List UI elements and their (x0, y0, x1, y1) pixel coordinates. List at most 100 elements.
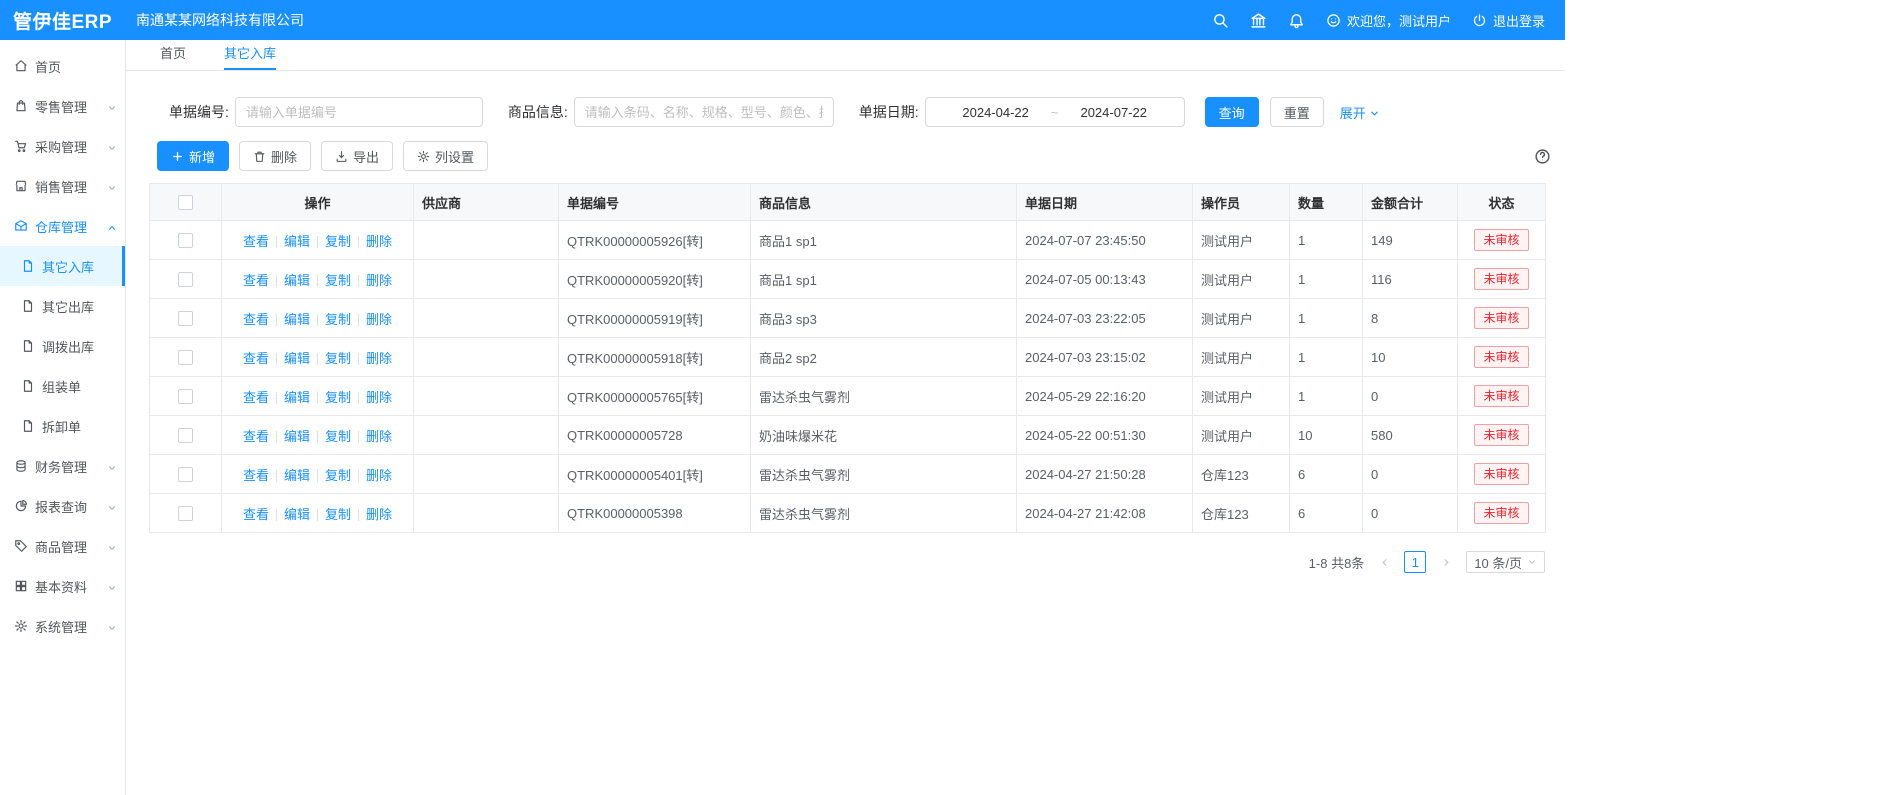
copy-link[interactable]: 复制 (325, 351, 351, 366)
table-row: 查看编辑复制删除 QTRK00000005919[转] 商品3 sp3 2024… (150, 299, 1546, 338)
retail-icon (14, 99, 28, 113)
edit-link[interactable]: 编辑 (284, 312, 310, 327)
row-checkbox[interactable] (178, 467, 193, 482)
total-cell: 10 (1363, 338, 1458, 377)
total-cell: 0 (1363, 494, 1458, 533)
column-settings-button[interactable]: 列设置 (403, 141, 488, 171)
page-size-select[interactable]: 10 条/页 (1466, 551, 1545, 573)
edit-link[interactable]: 编辑 (284, 234, 310, 249)
main-area: 首页 其它入库 单据编号: 商品信息: 单据日期: 2024-04-22 ~ 2… (126, 40, 1565, 795)
copy-link[interactable]: 复制 (325, 234, 351, 249)
copy-link[interactable]: 复制 (325, 468, 351, 483)
bill-no-input[interactable] (235, 97, 483, 127)
building-icon[interactable] (1250, 12, 1267, 29)
copy-link[interactable]: 复制 (325, 273, 351, 288)
sidebar-item-retail[interactable]: 零售管理 (0, 86, 125, 126)
sidebar-item-other-inbound[interactable]: 其它入库 (0, 246, 125, 286)
date-end-value[interactable]: 2024-07-22 (1080, 105, 1147, 120)
help-icon[interactable] (1534, 148, 1551, 165)
delete-link[interactable]: 删除 (366, 273, 392, 288)
delete-link[interactable]: 删除 (366, 234, 392, 249)
row-checkbox[interactable] (178, 506, 193, 521)
search-button[interactable]: 查询 (1205, 97, 1259, 127)
search-icon[interactable] (1212, 12, 1229, 29)
sidebar-item-goods[interactable]: 商品管理 (0, 526, 125, 566)
header-right: 欢迎您，测试用户 退出登录 (1212, 11, 1565, 30)
edit-link[interactable]: 编辑 (284, 273, 310, 288)
sidebar-item-system[interactable]: 系统管理 (0, 606, 125, 646)
view-link[interactable]: 查看 (243, 273, 269, 288)
sidebar-item-transfer-outbound[interactable]: 调拨出库 (0, 326, 125, 366)
tab-home[interactable]: 首页 (160, 40, 186, 70)
chevron-down-icon (107, 141, 117, 151)
next-page-button[interactable] (1435, 551, 1457, 573)
row-checkbox[interactable] (178, 428, 193, 443)
export-button[interactable]: 导出 (321, 141, 393, 171)
divider (317, 392, 318, 404)
delete-link[interactable]: 删除 (366, 468, 392, 483)
view-link[interactable]: 查看 (243, 351, 269, 366)
table-row: 查看编辑复制删除 QTRK00000005728 奶油味爆米花 2024-05-… (150, 416, 1546, 455)
copy-link[interactable]: 复制 (325, 312, 351, 327)
sidebar-item-other-outbound[interactable]: 其它出库 (0, 286, 125, 326)
edit-link[interactable]: 编辑 (284, 468, 310, 483)
prev-page-button[interactable] (1373, 551, 1395, 573)
divider (317, 431, 318, 443)
purchase-icon (14, 139, 28, 153)
sidebar-item-warehouse[interactable]: 仓库管理 (0, 206, 125, 246)
delete-link[interactable]: 删除 (366, 351, 392, 366)
row-checkbox[interactable] (178, 350, 193, 365)
row-checkbox[interactable] (178, 233, 193, 248)
logout-button[interactable]: 退出登录 (1472, 11, 1545, 30)
delete-button[interactable]: 删除 (239, 141, 311, 171)
toolbar: 新增 删除 导出 列设置 (149, 141, 1546, 171)
sidebar-item-assembly[interactable]: 组装单 (0, 366, 125, 406)
sidebar-item-sales[interactable]: 销售管理 (0, 166, 125, 206)
chevron-right-icon (1441, 557, 1452, 568)
edit-link[interactable]: 编辑 (284, 390, 310, 405)
sidebar-item-reports[interactable]: 报表查询 (0, 486, 125, 526)
view-link[interactable]: 查看 (243, 390, 269, 405)
supplier-cell (414, 455, 559, 494)
operator-cell: 测试用户 (1193, 299, 1290, 338)
page-number[interactable]: 1 (1404, 551, 1426, 573)
qty-cell: 1 (1290, 299, 1363, 338)
select-all-checkbox[interactable] (178, 195, 193, 210)
view-link[interactable]: 查看 (243, 429, 269, 444)
add-button[interactable]: 新增 (157, 141, 229, 171)
copy-link[interactable]: 复制 (325, 507, 351, 522)
edit-link[interactable]: 编辑 (284, 507, 310, 522)
row-checkbox[interactable] (178, 389, 193, 404)
sidebar-item-home[interactable]: 首页 (0, 46, 125, 86)
chevron-up-icon (107, 221, 117, 231)
delete-link[interactable]: 删除 (366, 390, 392, 405)
sidebar-item-basedata[interactable]: 基本资料 (0, 566, 125, 606)
date-range-picker[interactable]: 2024-04-22 ~ 2024-07-22 (925, 97, 1185, 127)
delete-link[interactable]: 删除 (366, 312, 392, 327)
sidebar: 首页 零售管理 采购管理 销售管理 仓库管理 (0, 40, 126, 795)
sidebar-item-finance[interactable]: 财务管理 (0, 446, 125, 486)
product-cell: 雷达杀虫气雾剂 (751, 494, 1017, 533)
row-checkbox[interactable] (178, 311, 193, 326)
view-link[interactable]: 查看 (243, 234, 269, 249)
delete-link[interactable]: 删除 (366, 429, 392, 444)
date-start-value[interactable]: 2024-04-22 (962, 105, 1029, 120)
copy-link[interactable]: 复制 (325, 390, 351, 405)
copy-link[interactable]: 复制 (325, 429, 351, 444)
product-info-input[interactable] (574, 97, 834, 127)
edit-link[interactable]: 编辑 (284, 351, 310, 366)
divider (317, 314, 318, 326)
view-link[interactable]: 查看 (243, 468, 269, 483)
view-link[interactable]: 查看 (243, 507, 269, 522)
row-checkbox[interactable] (178, 272, 193, 287)
expand-link[interactable]: 展开 (1340, 103, 1380, 122)
view-link[interactable]: 查看 (243, 312, 269, 327)
edit-link[interactable]: 编辑 (284, 429, 310, 444)
tab-other-inbound[interactable]: 其它入库 (224, 40, 276, 70)
welcome-user[interactable]: 欢迎您，测试用户 (1326, 11, 1451, 30)
reset-button[interactable]: 重置 (1270, 97, 1324, 127)
sidebar-item-disassembly[interactable]: 拆卸单 (0, 406, 125, 446)
sidebar-item-purchase[interactable]: 采购管理 (0, 126, 125, 166)
bell-icon[interactable] (1288, 12, 1305, 29)
delete-link[interactable]: 删除 (366, 507, 392, 522)
